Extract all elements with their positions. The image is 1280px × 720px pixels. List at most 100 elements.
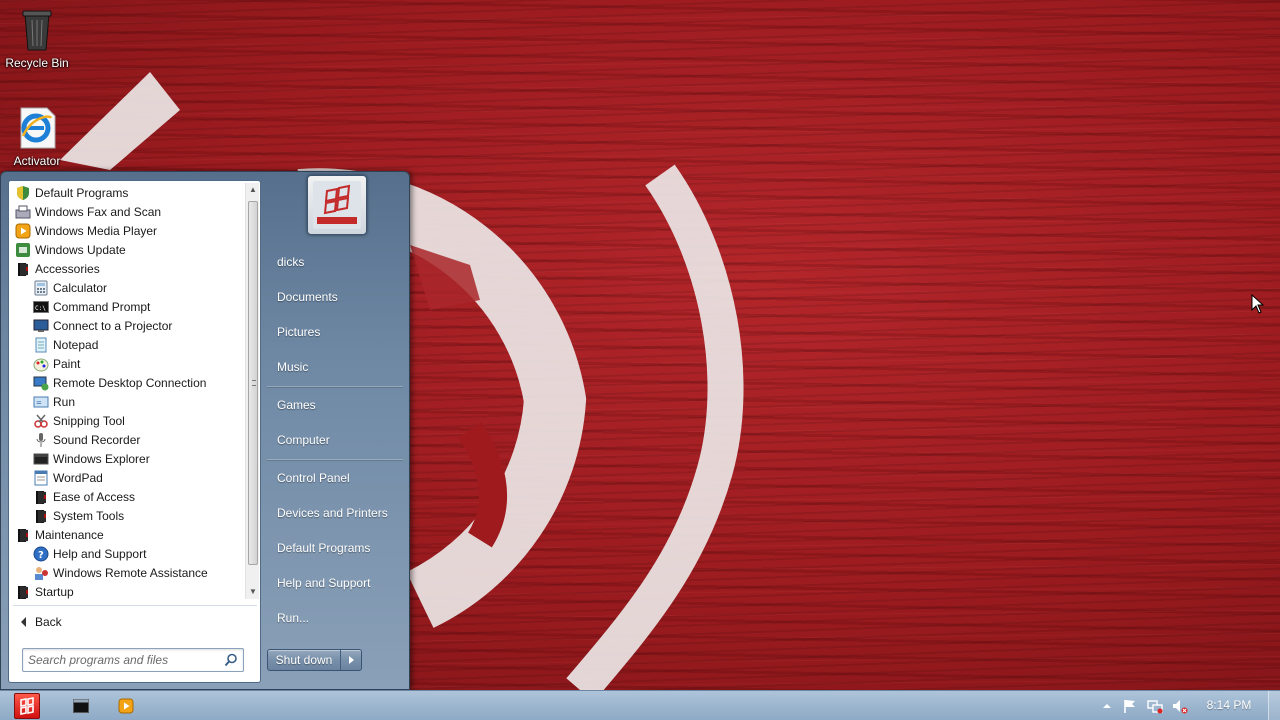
program-label: Run: [53, 394, 76, 409]
start-right-item-label: Games: [277, 398, 316, 412]
program-item-default-programs[interactable]: Default Programs: [15, 183, 128, 202]
recycle-bin-icon: [17, 8, 57, 52]
calculator-icon: [33, 280, 49, 296]
search-input[interactable]: [28, 652, 220, 668]
show-desktop-button[interactable]: [1268, 691, 1280, 720]
program-item-maintenance[interactable]: Maintenance: [15, 525, 104, 544]
program-item-connect-to-a-projector[interactable]: Connect to a Projector: [33, 316, 172, 335]
start-right-item-games[interactable]: Games: [269, 390, 403, 420]
program-label: Startup: [35, 584, 74, 599]
program-label: Default Programs: [35, 185, 129, 200]
program-label: Accessories: [35, 261, 100, 276]
program-item-windows-remote-assistance[interactable]: Windows Remote Assistance: [33, 563, 208, 582]
remote-desktop-icon: [33, 375, 49, 391]
desktop-icon-label: Activator: [13, 154, 61, 168]
program-label: Maintenance: [35, 527, 104, 542]
command-prompt-icon: C:\: [33, 299, 49, 315]
shutdown-options-button[interactable]: [340, 650, 361, 670]
help-icon: ?: [33, 546, 49, 562]
taskbar-clock[interactable]: 8:14 PM: [1197, 698, 1261, 712]
scrollbar-thumb[interactable]: [248, 201, 258, 565]
program-item-command-prompt[interactable]: C:\ Command Prompt: [33, 297, 150, 316]
all-programs-list: Default Programs Windows Fax and Scan Wind…: [9, 181, 243, 601]
start-right-item-control-panel[interactable]: Control Panel: [269, 463, 403, 493]
windows-logo-icon: [14, 693, 40, 719]
command-prompt-icon: [73, 699, 89, 713]
folder-icon: [33, 508, 49, 524]
media-player-icon: [15, 223, 31, 239]
program-item-paint[interactable]: Paint: [33, 354, 80, 373]
taskbar-command-prompt[interactable]: [66, 693, 96, 719]
start-right-item-default-programs[interactable]: Default Programs: [269, 533, 403, 563]
desktop-icon-label: Recycle Bin: [5, 56, 69, 70]
start-right-item-computer[interactable]: Computer: [269, 425, 403, 455]
program-item-ease-of-access[interactable]: Ease of Access: [33, 487, 135, 506]
taskbar-media-player[interactable]: [111, 693, 141, 719]
program-item-run[interactable]: = Run: [33, 392, 75, 411]
run-icon: =: [33, 394, 49, 410]
program-item-windows-media-player[interactable]: Windows Media Player: [15, 221, 157, 240]
program-label: Windows Explorer: [53, 451, 150, 466]
start-right-item-dicks[interactable]: dicks: [269, 247, 403, 277]
program-item-snipping-tool[interactable]: Snipping Tool: [33, 411, 125, 430]
program-label: Connect to a Projector: [53, 318, 173, 333]
program-item-remote-desktop-connection[interactable]: Remote Desktop Connection: [33, 373, 206, 392]
recycle-bin-desktop-icon[interactable]: Recycle Bin: [0, 8, 74, 70]
start-right-item-pictures[interactable]: Pictures: [269, 317, 403, 347]
action-center-flag-icon[interactable]: [1122, 698, 1138, 714]
divider: [267, 459, 403, 460]
program-item-notepad[interactable]: Notepad: [33, 335, 98, 354]
program-label: Windows Update: [35, 242, 126, 257]
volume-muted-icon[interactable]: [1172, 698, 1188, 714]
start-right-item-devices-and-printers[interactable]: Devices and Printers: [269, 498, 403, 528]
back-arrow-icon: [21, 617, 26, 627]
program-label: Windows Remote Assistance: [53, 565, 208, 580]
back-label: Back: [35, 615, 62, 629]
user-picture[interactable]: [307, 175, 367, 235]
program-label: Command Prompt: [53, 299, 151, 314]
start-button[interactable]: [12, 693, 42, 719]
divider: [13, 605, 257, 606]
snipping-tool-icon: [33, 413, 49, 429]
remote-assistance-icon: [33, 565, 49, 581]
program-label: Calculator: [53, 280, 108, 295]
program-item-sound-recorder[interactable]: Sound Recorder: [33, 430, 140, 449]
program-item-system-tools[interactable]: System Tools: [33, 506, 124, 525]
divider: [267, 386, 403, 387]
start-right-item-label: Documents: [277, 290, 338, 304]
search-box[interactable]: [22, 648, 244, 672]
program-label: Windows Media Player: [35, 223, 158, 238]
scroll-down-arrow-icon[interactable]: ▼: [246, 585, 260, 599]
search-icon[interactable]: [224, 653, 238, 667]
program-label: Windows Fax and Scan: [35, 204, 162, 219]
start-right-item-run[interactable]: Run...: [269, 603, 403, 633]
program-item-windows-explorer[interactable]: Windows Explorer: [33, 449, 150, 468]
back-button[interactable]: Back: [9, 605, 261, 633]
shutdown-button-group: Shut down: [267, 649, 362, 671]
activator-desktop-icon[interactable]: Activator: [0, 106, 74, 168]
program-item-windows-fax-and-scan[interactable]: Windows Fax and Scan: [15, 202, 161, 221]
scrollbar-grip: [252, 380, 256, 386]
program-label: Sound Recorder: [53, 432, 141, 447]
program-item-wordpad[interactable]: WordPad: [33, 468, 103, 487]
program-item-startup[interactable]: Startup: [15, 582, 74, 601]
freeware-logo-icon: [317, 184, 357, 224]
programs-scrollbar[interactable]: ▲ ▼: [245, 183, 259, 599]
scroll-up-arrow-icon[interactable]: ▲: [246, 183, 260, 197]
program-item-calculator[interactable]: Calculator: [33, 278, 107, 297]
start-right-item-documents[interactable]: Documents: [269, 282, 403, 312]
program-label: Help and Support: [53, 546, 147, 561]
start-right-item-label: Control Panel: [277, 471, 350, 485]
shutdown-button[interactable]: Shut down: [268, 653, 340, 667]
network-icon[interactable]: [1147, 698, 1163, 714]
start-right-item-music[interactable]: Music: [269, 352, 403, 382]
program-item-accessories[interactable]: Accessories: [15, 259, 100, 278]
start-right-item-help-and-support[interactable]: Help and Support: [269, 568, 403, 598]
microphone-icon: [33, 432, 49, 448]
program-item-help-and-support[interactable]: ? Help and Support: [33, 544, 146, 563]
start-menu: Default Programs Windows Fax and Scan Wind…: [0, 171, 410, 690]
program-item-windows-update[interactable]: Windows Update: [15, 240, 126, 259]
show-hidden-icons-icon[interactable]: [1099, 698, 1115, 714]
notepad-icon: [33, 337, 49, 353]
start-right-item-label: Devices and Printers: [277, 506, 388, 520]
